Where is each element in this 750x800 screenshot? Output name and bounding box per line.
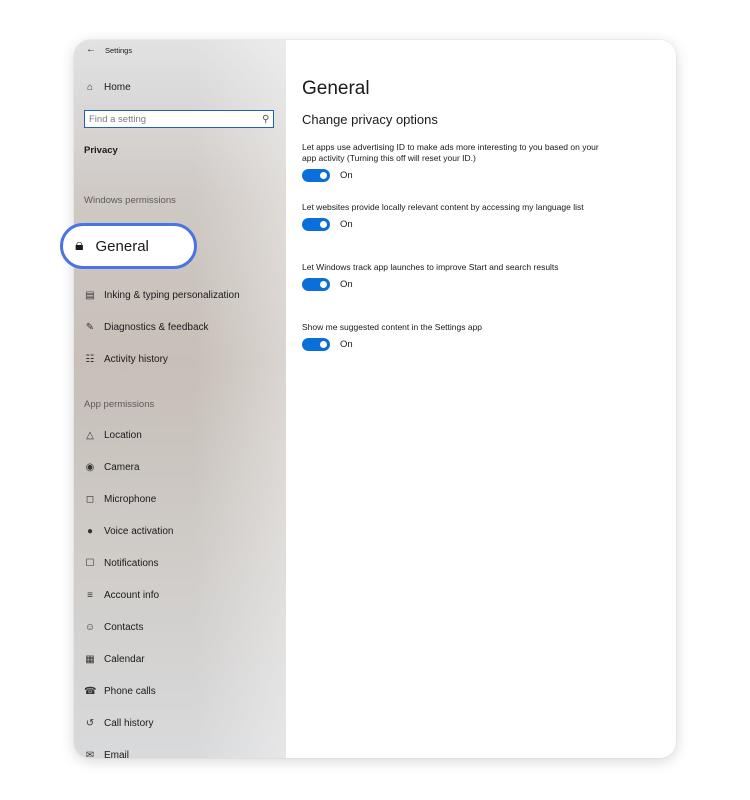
sidebar-item-label: Activity history <box>104 354 168 365</box>
camera-icon: ◉ <box>85 461 95 473</box>
settings-window: ← Settings ⌂ Home ⚲ Privacy Windows perm… <box>74 40 676 758</box>
sidebar-item-general[interactable]: 🔒︎ General <box>60 223 197 269</box>
app-launch-tracking-toggle[interactable] <box>302 278 330 292</box>
suggested-content-toggle[interactable] <box>302 338 330 352</box>
language-list-toggle[interactable] <box>302 218 330 232</box>
option-description: Let Windows track app launches to improv… <box>302 262 559 272</box>
toggle-state-label: On <box>340 170 353 182</box>
calendar-icon: ▦ <box>85 653 95 665</box>
toggle-state-label: On <box>340 279 353 291</box>
notebook-icon: ▤ <box>85 289 95 301</box>
sidebar-item-notifications[interactable]: ☐ Notifications <box>84 557 159 569</box>
option-app-launch-tracking: Let Windows track app launches to improv… <box>302 262 602 292</box>
microphone-icon: ◻ <box>85 493 95 505</box>
sidebar-item-label: Call history <box>104 718 154 729</box>
search-icon[interactable]: ⚲ <box>262 114 269 125</box>
search-field[interactable]: ⚲ <box>84 110 274 128</box>
sidebar-item-label: Home <box>104 82 131 93</box>
timeline-icon: ☷ <box>85 353 95 365</box>
sidebar-item-diagnostics[interactable]: ✎ Diagnostics & feedback <box>84 322 209 333</box>
option-description: Let apps use advertising ID to make ads … <box>302 142 599 164</box>
location-icon: △ <box>86 429 94 441</box>
sidebar-item-inking-typing[interactable]: ▤ Inking & typing personalization <box>84 289 240 301</box>
sidebar-item-microphone[interactable]: ◻ Microphone <box>84 494 156 505</box>
history-icon: ↺ <box>85 717 95 729</box>
toggle-row: On <box>302 278 602 292</box>
windows-permissions-heading: Windows permissions <box>84 195 176 206</box>
sidebar-item-email[interactable]: ✉ Email <box>84 750 129 758</box>
notification-icon: ☐ <box>85 557 95 569</box>
sidebar-item-label: Account info <box>104 590 160 601</box>
option-language-list: Let websites provide locally relevant co… <box>302 202 602 232</box>
sidebar-item-label: Voice activation <box>104 526 174 537</box>
option-description: Show me suggested content in the Setting… <box>302 322 483 332</box>
sidebar-item-label: Calendar <box>104 654 145 665</box>
toggle-state-label: On <box>340 339 353 351</box>
page-title: General <box>302 78 370 99</box>
sidebar-item-voice-activation[interactable]: ● Voice activation <box>84 526 174 537</box>
sidebar-item-phone-calls[interactable]: ☎ Phone calls <box>84 686 156 697</box>
option-advertising-id: Let apps use advertising ID to make ads … <box>302 142 602 183</box>
sidebar-item-camera[interactable]: ◉ Camera <box>84 462 140 473</box>
sidebar-item-calendar[interactable]: ▦ Calendar <box>84 653 145 665</box>
home-icon: ⌂ <box>86 81 94 93</box>
sidebar-item-label: Email <box>104 750 130 758</box>
sidebar-item-location[interactable]: △ Location <box>84 430 142 441</box>
search-input[interactable] <box>89 113 262 125</box>
sidebar-item-call-history[interactable]: ↺ Call history <box>84 717 154 729</box>
sidebar-item-label: Camera <box>104 462 140 473</box>
back-arrow-icon[interactable]: ← <box>86 45 96 55</box>
sidebar-item-home[interactable]: ⌂ Home <box>84 82 131 93</box>
toggle-row: On <box>302 338 602 352</box>
toggle-row: On <box>302 169 602 183</box>
title-bar: ← Settings <box>86 45 132 55</box>
app-permissions-heading: App permissions <box>84 399 155 410</box>
sidebar-item-label: General <box>95 237 149 255</box>
sidebar-item-label: Diagnostics & feedback <box>104 322 209 333</box>
window-title: Settings <box>105 45 133 55</box>
sidebar-item-account-info[interactable]: ≡ Account info <box>84 590 159 601</box>
sidebar-item-contacts[interactable]: ☺ Contacts <box>84 621 144 633</box>
advertising-id-toggle[interactable] <box>302 169 330 183</box>
section-title: Change privacy options <box>302 112 438 127</box>
category-label: Privacy <box>84 145 118 156</box>
option-suggested-content: Show me suggested content in the Setting… <box>302 322 602 352</box>
sidebar-item-label: Contacts <box>104 622 144 633</box>
main-content: General Change privacy options Let apps … <box>286 40 676 758</box>
toggle-state-label: On <box>340 219 353 231</box>
toggle-row: On <box>302 218 602 232</box>
email-icon: ✉ <box>85 749 95 758</box>
sidebar-item-activity-history[interactable]: ☷ Activity history <box>84 354 168 365</box>
phone-icon: ☎ <box>84 685 97 697</box>
sidebar-item-label: Inking & typing personalization <box>104 290 240 301</box>
sidebar-item-label: Notifications <box>104 558 159 569</box>
sidebar: ← Settings ⌂ Home ⚲ Privacy Windows perm… <box>74 40 286 758</box>
lock-icon: 🔒︎ <box>75 237 84 254</box>
option-description: Let websites provide locally relevant co… <box>302 202 584 212</box>
sidebar-item-label: Microphone <box>104 494 157 505</box>
sidebar-item-label: Phone calls <box>104 686 156 697</box>
voice-icon: ● <box>86 525 94 537</box>
feedback-icon: ✎ <box>85 321 95 333</box>
account-info-icon: ≡ <box>87 589 93 601</box>
contacts-icon: ☺ <box>84 621 96 633</box>
sidebar-item-label: Location <box>104 430 142 441</box>
